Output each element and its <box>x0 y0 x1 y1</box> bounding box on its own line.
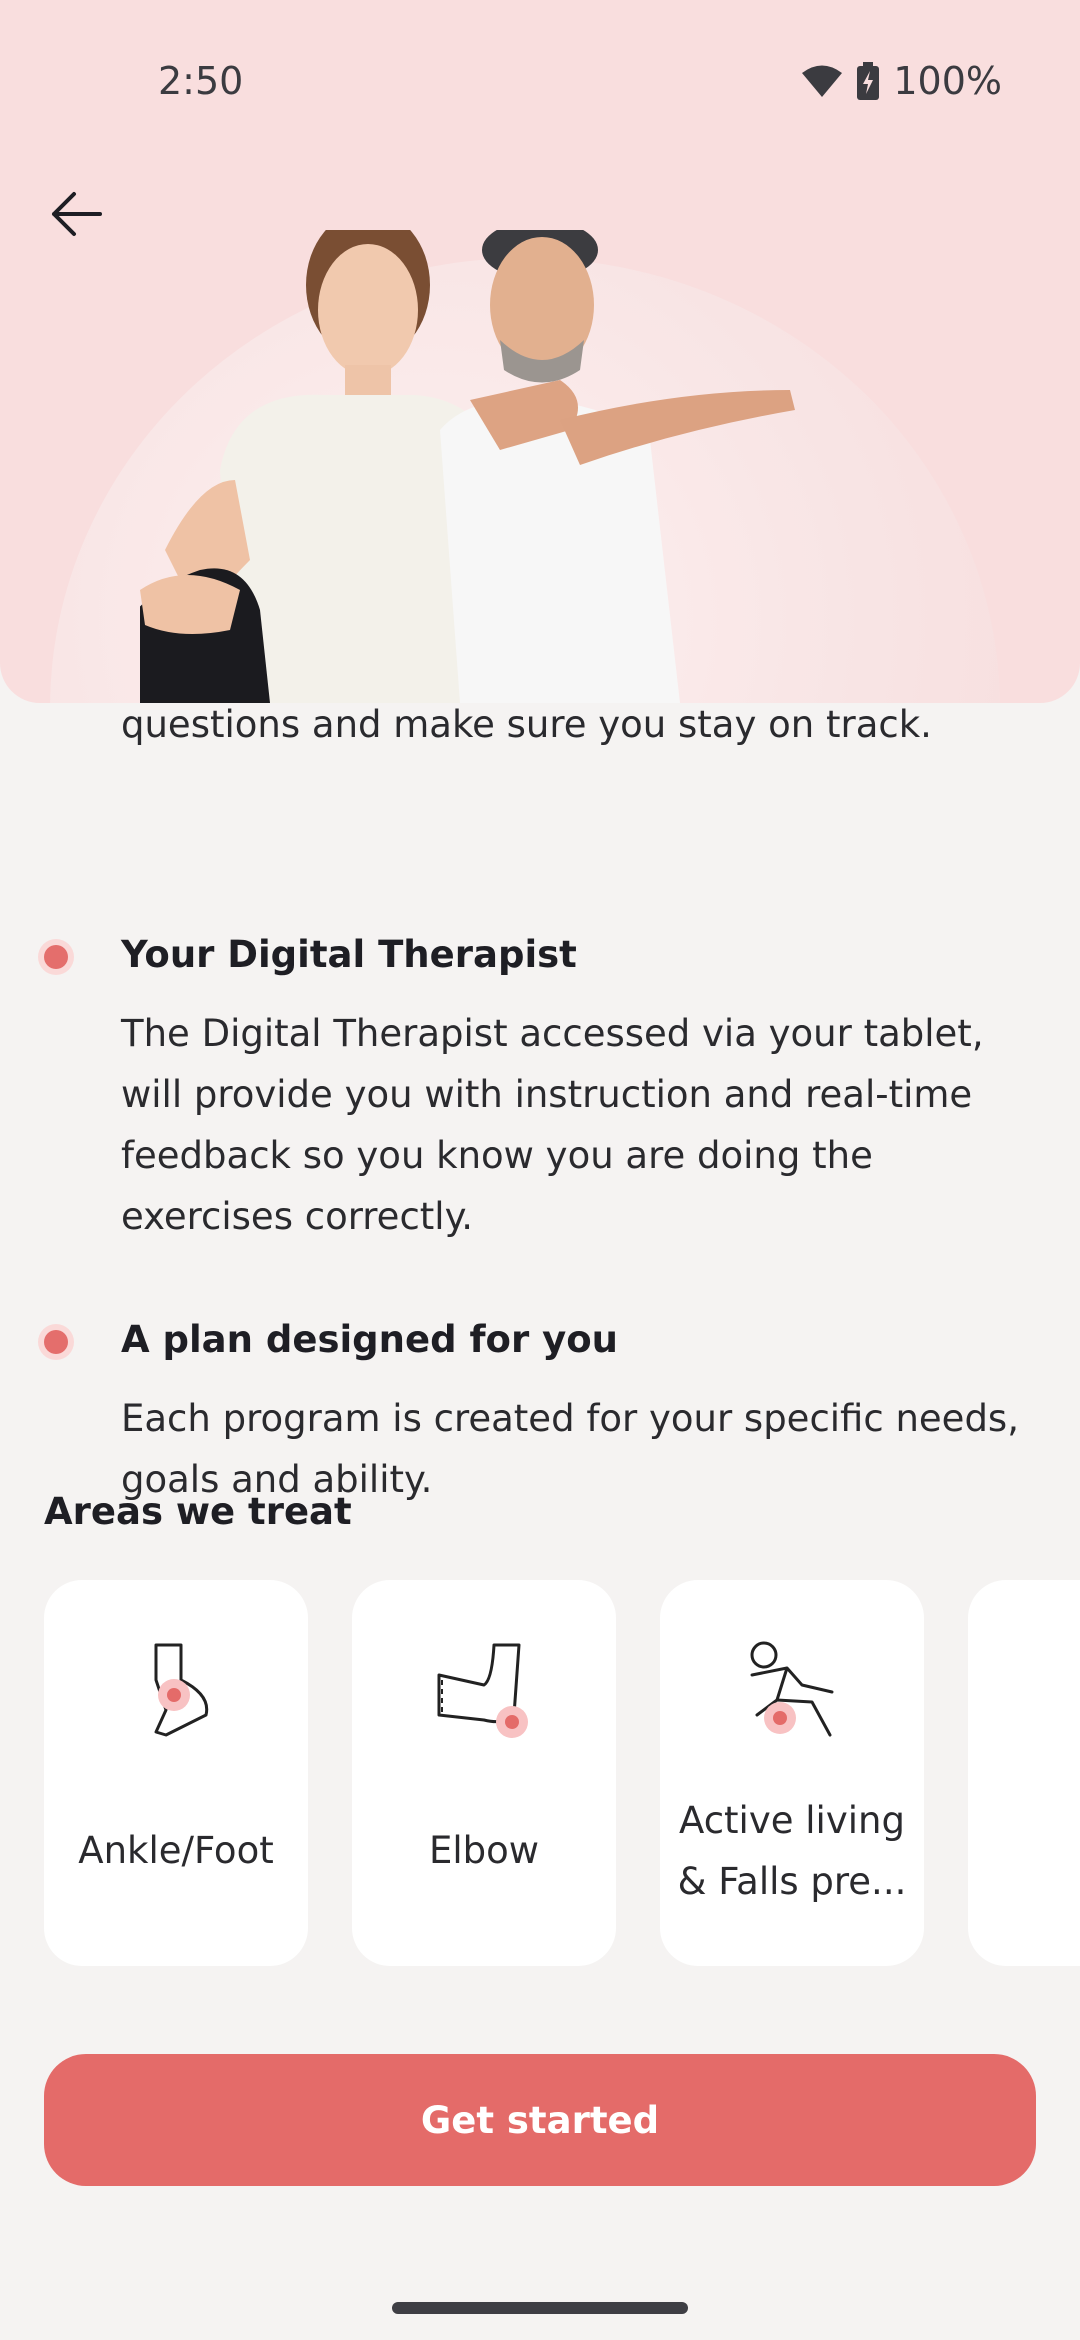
area-card-label: Ankle/Foot <box>78 1829 274 1872</box>
home-indicator[interactable] <box>392 2302 688 2314</box>
get-started-button[interactable]: Get started <box>44 2054 1036 2186</box>
area-card-next[interactable] <box>968 1580 1080 1966</box>
bullet-dot <box>44 1330 68 1354</box>
status-time: 2:50 <box>158 59 244 103</box>
area-card-elbow[interactable]: Elbow <box>352 1580 616 1966</box>
clipped-description: questions and make sure you stay on trac… <box>121 703 932 746</box>
hero-photo <box>140 230 795 703</box>
areas-section-title: Areas we treat <box>44 1490 352 1533</box>
status-bar: 2:50 100% <box>0 55 1080 115</box>
feature-description: The Digital Therapist accessed via your … <box>121 1012 984 1238</box>
areas-carousel[interactable]: Ankle/Foot Elbow Active living & Falls p… <box>44 1580 1080 1966</box>
back-arrow-icon[interactable] <box>46 184 106 244</box>
hero-banner: 2:50 100% <box>0 0 1080 703</box>
ankle-foot-icon <box>154 1643 209 1737</box>
wifi-icon <box>802 65 843 97</box>
area-card-label: Active living & Falls pre... <box>677 1799 907 1903</box>
battery-percent: 100% <box>893 59 1002 103</box>
area-card-falls-prevention[interactable]: Active living & Falls pre... <box>660 1580 924 1966</box>
battery-charging-icon <box>857 62 880 100</box>
area-card-ankle-foot[interactable]: Ankle/Foot <box>44 1580 308 1966</box>
feature-title: Your Digital Therapist <box>121 933 577 976</box>
falls-prevention-icon <box>750 1641 834 1737</box>
area-card-label: Elbow <box>428 1829 540 1872</box>
bullet-dot <box>44 945 68 969</box>
feature-title: A plan designed for you <box>121 1318 618 1361</box>
elbow-icon <box>437 1643 528 1738</box>
